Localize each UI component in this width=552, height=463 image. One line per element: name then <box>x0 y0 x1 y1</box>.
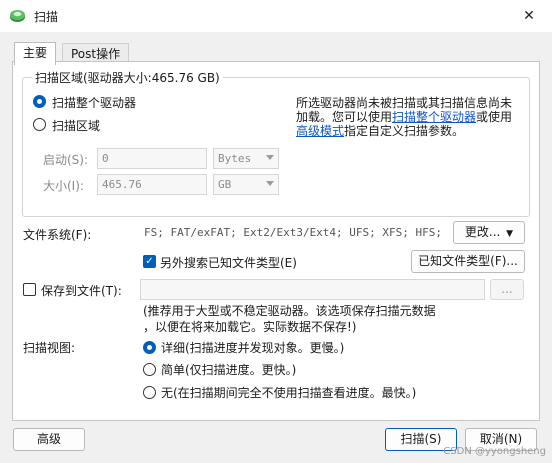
chevron-down-icon <box>266 181 274 186</box>
advanced-button-label: 高级 <box>36 432 61 446</box>
scan-entire-drive-label: 扫描整个驱动器 <box>52 96 137 110</box>
cancel-button-label: 取消(N) <box>479 432 523 446</box>
scan-view-none-radio[interactable] <box>143 386 156 399</box>
advanced-mode-link[interactable]: 高级模式 <box>296 124 344 138</box>
close-icon: ✕ <box>523 8 535 24</box>
watermark: CSDN @yyongsheng <box>443 446 546 457</box>
scan-region-radio[interactable] <box>33 118 46 131</box>
tab-post-actions-label: Post操作 <box>71 47 121 61</box>
start-label: 启动(S): <box>43 153 89 167</box>
start-input[interactable]: 0 <box>97 148 207 169</box>
scan-info-text-a: 加载。您可以使用 <box>296 110 393 124</box>
scan-info-text-b: 或使用 <box>476 110 513 124</box>
start-unit-value: Bytes <box>218 152 252 165</box>
scan-entire-drive-radio[interactable] <box>33 95 46 108</box>
advanced-button[interactable]: 高级 <box>13 428 85 451</box>
scan-view-simple-radio[interactable] <box>143 363 156 376</box>
scan-entire-drive-link[interactable]: 扫描整个驱动器 <box>392 110 476 124</box>
save-note-line1: (推荐用于大型或不稳定驱动器。该选项保存扫描元数据 <box>143 304 436 318</box>
save-note-line2: ，以便在将来加载它。实际数据不保存!) <box>143 320 357 334</box>
change-filesystem-label: 更改... <box>464 225 501 239</box>
close-button[interactable]: ✕ <box>506 0 552 32</box>
tab-main[interactable]: 主要 <box>14 42 57 65</box>
scan-region-label: 扫描区域 <box>52 119 101 133</box>
scan-info-text-c: 指定自定义扫描参数。 <box>344 124 465 138</box>
chevron-down-icon: ▼ <box>506 229 514 239</box>
known-file-types-button[interactable]: 已知文件类型(F)... <box>411 250 525 273</box>
save-to-file-checkbox[interactable] <box>23 283 36 296</box>
title-bar: 扫描 ✕ <box>0 0 552 32</box>
save-note: (推荐用于大型或不稳定驱动器。该选项保存扫描元数据 ，以便在将来加载它。实际数据… <box>143 303 473 335</box>
known-file-types-label: 已知文件类型(F)... <box>418 254 518 268</box>
size-value: 465.76 <box>102 178 142 191</box>
scan-view-detailed-radio[interactable] <box>143 341 156 354</box>
app-icon <box>10 10 25 22</box>
window-title: 扫描 <box>34 10 59 24</box>
scan-view-label: 扫描视图: <box>23 341 76 355</box>
scan-area-group-label: 扫描区域(驱动器大小:465.76 GB) <box>32 69 223 86</box>
size-unit-value: GB <box>218 178 232 191</box>
scan-info-text: 所选驱动器尚未被扫描或其扫描信息尚未 加载。您可以使用扫描整个驱动器或使用 高级… <box>296 96 528 138</box>
save-to-file-label: 保存到文件(T): <box>41 284 122 298</box>
size-unit-select[interactable]: GB <box>213 174 279 195</box>
extra-search-checkbox[interactable]: ✓ <box>143 255 156 268</box>
save-to-file-path-input[interactable] <box>140 279 485 300</box>
browse-button-label: ... <box>501 282 513 296</box>
scan-view-none-label: 无(在扫描期间完全不使用扫描查看进度。最快。) <box>161 386 417 400</box>
start-value: 0 <box>102 152 109 165</box>
tab-main-label: 主要 <box>23 46 48 60</box>
scan-info-line2: 加载。您可以使用扫描整个驱动器或使用 <box>296 110 528 124</box>
extra-search-label: 另外搜索已知文件类型(E) <box>160 256 297 270</box>
scan-info-line3: 高级模式指定自定义扫描参数。 <box>296 124 528 138</box>
scan-view-detailed-label: 详细(扫描进度并发现对象。更慢。) <box>161 341 345 355</box>
filesystem-label: 文件系统(F): <box>23 228 92 242</box>
size-label: 大小(I): <box>43 179 84 193</box>
change-filesystem-button[interactable]: 更改... ▼ <box>453 221 525 244</box>
browse-button[interactable]: ... <box>490 279 524 300</box>
size-input[interactable]: 465.76 <box>97 174 207 195</box>
start-unit-select[interactable]: Bytes <box>213 148 279 169</box>
scan-info-line1: 所选驱动器尚未被扫描或其扫描信息尚未 <box>296 96 513 110</box>
filesystem-list: FS; FAT/exFAT; Ext2/Ext3/Ext4; UFS; XFS;… <box>140 222 448 244</box>
chevron-down-icon <box>266 155 274 160</box>
scan-view-simple-label: 简单(仅扫描进度。更快。) <box>161 363 297 377</box>
scan-button-label: 扫描(S) <box>400 432 442 446</box>
